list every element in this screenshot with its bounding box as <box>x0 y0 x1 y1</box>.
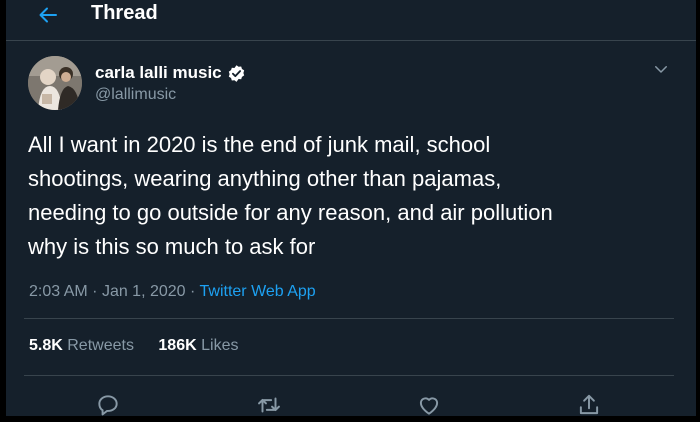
tweet-time[interactable]: 2:03 AM <box>29 283 88 300</box>
reply-icon[interactable] <box>95 392 121 418</box>
meta-separator: · <box>190 283 196 300</box>
avatar[interactable] <box>28 56 82 110</box>
screen-edge <box>0 0 6 422</box>
thread-header: Thread <box>6 0 696 41</box>
heart-icon[interactable] <box>416 392 442 418</box>
screen-edge <box>696 0 700 422</box>
tweet-text-line: why is this so much to ask for <box>28 234 316 259</box>
tweet-text-line: shootings, wearing anything other than p… <box>28 166 502 191</box>
tweet-text: All I want in 2020 is the end of junk ma… <box>28 128 678 264</box>
author-name[interactable]: carla lalli music <box>95 63 246 83</box>
divider <box>24 375 674 376</box>
tweet-stats: 5.8K Retweets 186K Likes <box>29 337 238 355</box>
page-title: Thread <box>91 2 158 24</box>
retweets-stat[interactable]: 5.8K Retweets <box>29 337 138 354</box>
arrow-left-icon[interactable] <box>36 3 60 27</box>
likes-stat[interactable]: 186K Likes <box>158 337 238 354</box>
tweet-thread-screen: Thread carla lalli music @lallimusic All… <box>0 0 700 422</box>
retweet-icon[interactable] <box>256 392 282 418</box>
tweet-meta: 2:03 AM · Jan 1, 2020 · Twitter Web App <box>29 283 316 301</box>
screen-edge <box>0 416 700 422</box>
likes-label: Likes <box>201 337 239 354</box>
tweet-source-link[interactable]: Twitter Web App <box>200 283 316 300</box>
tweet-text-line: All I want in 2020 is the end of junk ma… <box>28 132 491 157</box>
meta-separator: · <box>92 283 98 300</box>
divider <box>24 318 674 319</box>
retweets-count: 5.8K <box>29 337 63 354</box>
author-name-text: carla lalli music <box>95 63 222 82</box>
chevron-down-icon[interactable] <box>652 60 670 78</box>
avatar-photo <box>28 56 82 110</box>
tweet-date[interactable]: Jan 1, 2020 <box>102 283 186 300</box>
share-icon[interactable] <box>576 392 602 418</box>
tweet-text-line: needing to go outside for any reason, an… <box>28 200 553 225</box>
verified-badge-icon <box>228 64 244 82</box>
author-handle[interactable]: @lallimusic <box>95 86 176 104</box>
retweets-label: Retweets <box>67 337 134 354</box>
likes-count: 186K <box>158 337 197 354</box>
